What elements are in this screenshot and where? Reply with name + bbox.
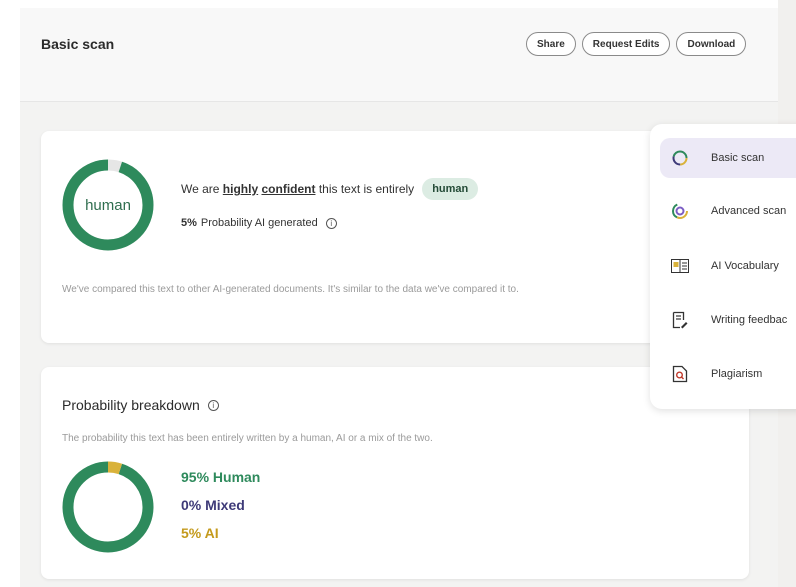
probability-text: Probability AI generated: [200, 217, 318, 229]
menu-item-plagiarism[interactable]: Plagiarism: [660, 354, 796, 394]
header-actions: Share Request Edits Download: [526, 32, 747, 56]
share-button[interactable]: Share: [526, 32, 576, 56]
menu-item-label: Writing feedbac: [711, 314, 788, 326]
header-bar: Basic scan Share Request Edits Download: [20, 8, 778, 102]
download-button[interactable]: Download: [676, 32, 747, 56]
menu-item-advanced-scan[interactable]: Advanced scan: [660, 191, 796, 231]
doc-edit-icon: [670, 310, 690, 330]
legend-ai: 5% AI: [181, 525, 219, 541]
verdict-suffix: this text is entirely: [315, 182, 415, 196]
probability-breakdown-card: Probability breakdown i The probability …: [41, 367, 749, 579]
verdict-line: We are highly confident this text is ent…: [181, 178, 479, 200]
ring-icon: [670, 148, 690, 168]
breakdown-title-row: Probability breakdown i: [62, 397, 219, 413]
breakdown-title: Probability breakdown: [62, 397, 200, 413]
info-icon[interactable]: i: [325, 217, 337, 229]
verdict-confident-link[interactable]: confident: [261, 182, 315, 196]
book-icon: [670, 256, 690, 276]
page-title: Basic scan: [41, 36, 115, 52]
legend-mixed: 0% Mixed: [181, 497, 245, 513]
compare-description: We've compared this text to other AI-gen…: [62, 284, 519, 295]
scan-type-menu: Basic scan Advanced scan AI Vocabulary W…: [650, 124, 796, 409]
menu-item-basic-scan[interactable]: Basic scan: [660, 138, 796, 178]
menu-item-label: Plagiarism: [711, 368, 763, 380]
menu-item-label: Basic scan: [711, 152, 765, 164]
legend-human: 95% Human: [181, 469, 261, 485]
probability-line: 5% Probability AI generated i: [181, 217, 337, 229]
verdict-highly-link[interactable]: highly: [223, 182, 258, 196]
probability-percent: 5%: [181, 217, 197, 229]
verdict-badge: human: [422, 178, 479, 200]
top-band: [0, 0, 796, 8]
result-card: human We are highly confident this text …: [41, 131, 749, 343]
doc-search-icon: [670, 364, 690, 384]
donut-label: human: [85, 196, 131, 214]
left-band: [0, 0, 20, 587]
menu-item-writing-feedback[interactable]: Writing feedbac: [660, 300, 796, 340]
menu-item-ai-vocabulary[interactable]: AI Vocabulary: [660, 246, 796, 286]
target-icon: [670, 201, 690, 221]
breakdown-legend: 95% Human 0% Mixed 5% AI: [181, 469, 260, 543]
donut-human-segment: [62, 461, 154, 553]
menu-item-label: AI Vocabulary: [711, 260, 779, 272]
verdict-prefix: We are: [181, 182, 223, 196]
menu-item-label: Advanced scan: [711, 205, 787, 217]
breakdown-subtitle: The probability this text has been entir…: [62, 433, 433, 444]
breakdown-donut-chart: [62, 461, 154, 553]
breakdown-info-icon[interactable]: i: [207, 399, 219, 411]
request-edits-button[interactable]: Request Edits: [581, 32, 671, 56]
